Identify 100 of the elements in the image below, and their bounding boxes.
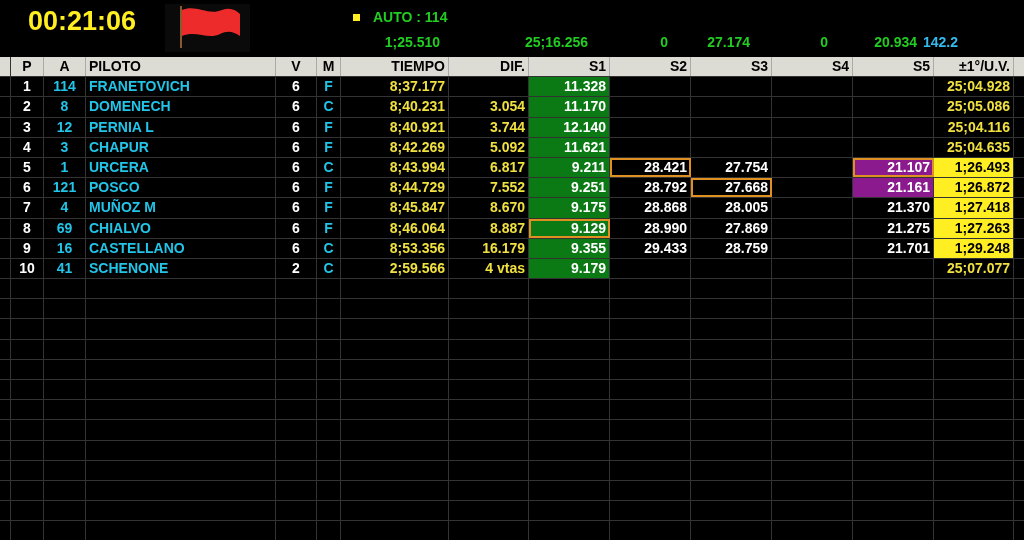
position-cell: 6: [11, 178, 44, 198]
driver-cell: SCHENONE: [86, 258, 276, 279]
driver-cell: PERNIA L: [86, 117, 276, 137]
driver-cell: MUÑOZ M: [86, 198, 276, 218]
sector-cell: 28.421: [610, 157, 691, 178]
column-header: S3: [691, 57, 772, 77]
laps-cell: 6: [276, 137, 317, 157]
position-cell: 1: [11, 77, 44, 97]
car-number-cell: 12: [44, 117, 86, 137]
class-cell: F: [317, 218, 341, 238]
laps-cell: 6: [276, 178, 317, 198]
best-lap-cell: 1;26.872: [934, 178, 1014, 198]
column-header: M: [317, 57, 341, 77]
class-cell: F: [317, 117, 341, 137]
car-number-cell: 8: [44, 97, 86, 117]
laps-cell: 6: [276, 238, 317, 258]
column-header: S2: [610, 57, 691, 77]
column-header: PILOTO: [86, 57, 276, 77]
sector-cell: 28.990: [610, 218, 691, 238]
column-header: A: [44, 57, 86, 77]
laps-cell: 6: [276, 157, 317, 178]
best-lap-cell: 25;04.116: [934, 117, 1014, 137]
class-cell: F: [317, 137, 341, 157]
best-lap-cell: 1;27.418: [934, 198, 1014, 218]
laps-cell: 6: [276, 97, 317, 117]
position-cell: 2: [11, 97, 44, 117]
position-cell: 8: [11, 218, 44, 238]
column-header: V: [276, 57, 317, 77]
time-cell: 8;44.729: [341, 178, 449, 198]
time-cell: 8;37.177: [341, 77, 449, 97]
driver-cell: POSCO: [86, 178, 276, 198]
best-lap-cell: 25;04.928: [934, 77, 1014, 97]
sector-cell: 27.668: [691, 178, 772, 198]
time-cell: 8;45.847: [341, 198, 449, 218]
car-stat: 142.2: [921, 34, 958, 52]
car-stat: 0: [659, 34, 668, 52]
sector-cell: 28.759: [691, 238, 772, 258]
class-cell: C: [317, 157, 341, 178]
sector-cell: 11.170: [529, 97, 610, 117]
best-lap-cell: 25;07.077: [934, 258, 1014, 279]
position-cell: 5: [11, 157, 44, 178]
time-cell: 8;40.921: [341, 117, 449, 137]
car-stat: 0: [819, 34, 828, 52]
laps-cell: 6: [276, 77, 317, 97]
car-number-cell: 69: [44, 218, 86, 238]
class-cell: F: [317, 178, 341, 198]
laps-cell: 2: [276, 258, 317, 279]
position-cell: 7: [11, 198, 44, 218]
laps-cell: 6: [276, 198, 317, 218]
car-stat: 27.174: [706, 34, 750, 52]
laps-cell: 6: [276, 218, 317, 238]
car-number-cell: 1: [44, 157, 86, 178]
column-header: TIEMPO: [341, 57, 449, 77]
time-cell: 8;53.356: [341, 238, 449, 258]
column-header: S1: [529, 57, 610, 77]
car-stat: 1;25.510: [383, 34, 440, 52]
car-number-cell: 114: [44, 77, 86, 97]
best-lap-cell: 1;29.248: [934, 238, 1014, 258]
class-cell: C: [317, 97, 341, 117]
driver-cell: FRANETOVICH: [86, 77, 276, 97]
time-cell: 2;59.566: [341, 258, 449, 279]
car-number-cell: 4: [44, 198, 86, 218]
driver-cell: CASTELLANO: [86, 238, 276, 258]
position-cell: 9: [11, 238, 44, 258]
car-stat: 25;16.256: [523, 34, 588, 52]
class-cell: F: [317, 198, 341, 218]
sector-cell: 27.754: [691, 157, 772, 178]
driver-cell: URCERA: [86, 157, 276, 178]
sector-cell: 27.869: [691, 218, 772, 238]
best-lap-cell: 1;27.263: [934, 218, 1014, 238]
sector-cell: 21.161: [853, 178, 934, 198]
best-lap-cell: 1;26.493: [934, 157, 1014, 178]
time-cell: 8;43.994: [341, 157, 449, 178]
time-cell: 8;40.231: [341, 97, 449, 117]
column-header: S4: [772, 57, 853, 77]
race-clock: 00:21:06: [28, 6, 138, 37]
car-number-cell: 3: [44, 137, 86, 157]
column-header: P: [11, 57, 44, 77]
driver-cell: DOMENECH: [86, 97, 276, 117]
car-label: AUTO : 114: [373, 9, 448, 25]
sector-cell: 28.792: [610, 178, 691, 198]
sector-cell: 9.251: [529, 178, 610, 198]
class-cell: F: [317, 77, 341, 97]
car-stat: 20.934: [873, 34, 917, 52]
column-header: DIF.: [449, 57, 529, 77]
class-cell: C: [317, 258, 341, 279]
driver-cell: CHIALVO: [86, 218, 276, 238]
sector-cell: 28.005: [691, 198, 772, 218]
car-number-cell: 16: [44, 238, 86, 258]
laps-cell: 6: [276, 117, 317, 137]
sector-cell: 11.328: [529, 77, 610, 97]
square-icon: [353, 13, 360, 21]
time-cell: 8;42.269: [341, 137, 449, 157]
best-lap-cell: 25;05.086: [934, 97, 1014, 117]
driver-cell: CHAPUR: [86, 137, 276, 157]
position-cell: 3: [11, 117, 44, 137]
position-cell: 4: [11, 137, 44, 157]
position-cell: 10: [11, 258, 44, 279]
best-lap-cell: 25;04.635: [934, 137, 1014, 157]
sector-cell: 9.175: [529, 198, 610, 218]
